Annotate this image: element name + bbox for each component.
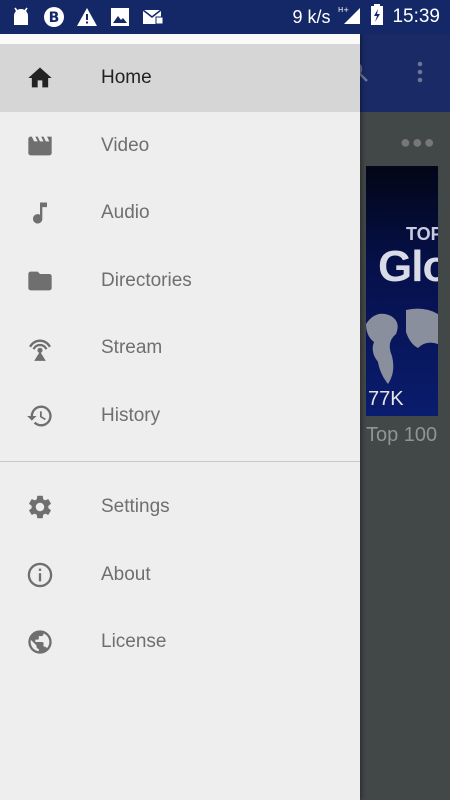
drawer-item-license[interactable]: License xyxy=(0,609,360,677)
drawer-header xyxy=(0,34,360,44)
drawer-item-label: History xyxy=(101,404,161,426)
video-title[interactable]: Top 100 xyxy=(366,424,450,447)
drawer-item-label: Stream xyxy=(101,337,163,359)
svg-text:H+: H+ xyxy=(338,6,349,14)
network-speed: 9 k/s xyxy=(292,6,331,27)
world-map-icon xyxy=(366,308,438,384)
drawer-item-audio[interactable]: Audio xyxy=(0,180,360,248)
b-circle-icon: B xyxy=(43,6,65,28)
drawer-item-label: Home xyxy=(101,67,152,88)
drawer-item-label: License xyxy=(101,631,167,653)
battery-icon xyxy=(370,3,384,31)
notification-icons: B xyxy=(10,6,164,28)
home-icon xyxy=(26,64,54,92)
folder-icon xyxy=(26,267,54,295)
navigation-drawer: Home Video Audio Directories Stream Hist… xyxy=(0,34,360,800)
more-options-icon[interactable] xyxy=(408,60,432,84)
drawer-item-directories[interactable]: Directories xyxy=(0,247,360,315)
clock: 15:39 xyxy=(392,6,440,27)
drawer-item-video[interactable]: Video xyxy=(0,112,360,180)
drawer-item-settings[interactable]: Settings xyxy=(0,474,360,542)
drawer-item-label: Directories xyxy=(101,269,192,291)
thumbnail-view-count: 77K xyxy=(368,388,404,410)
drawer-item-label: Audio xyxy=(101,202,150,224)
android-icon xyxy=(10,6,32,28)
gear-icon xyxy=(26,493,54,521)
movie-icon xyxy=(26,132,54,160)
image-icon xyxy=(109,6,131,28)
thumbnail-text-big: Glo xyxy=(378,242,438,291)
warning-icon xyxy=(76,6,98,28)
music-note-icon xyxy=(26,199,54,227)
drawer-item-label: Settings xyxy=(101,496,170,518)
history-icon xyxy=(26,402,54,430)
more-dots-icon[interactable]: ●●● xyxy=(400,132,436,153)
antenna-icon xyxy=(26,334,54,362)
drawer-item-history[interactable]: History xyxy=(0,382,360,450)
svg-text:B: B xyxy=(49,10,60,26)
mail-icon xyxy=(142,6,164,28)
drawer-item-home[interactable]: Home xyxy=(0,44,360,112)
globe-icon xyxy=(26,628,54,656)
drawer-item-label: About xyxy=(101,563,151,585)
drawer-divider xyxy=(0,460,360,462)
drawer-item-label: Video xyxy=(101,134,150,156)
drawer-item-about[interactable]: About xyxy=(0,541,360,609)
signal-icon: H+ xyxy=(338,4,362,31)
drawer-item-stream[interactable]: Stream xyxy=(0,315,360,383)
status-bar: B 9 k/s H+ 15:39 xyxy=(0,0,450,34)
info-icon xyxy=(26,561,54,589)
video-thumbnail[interactable]: TOP Glo 77K xyxy=(366,166,438,416)
